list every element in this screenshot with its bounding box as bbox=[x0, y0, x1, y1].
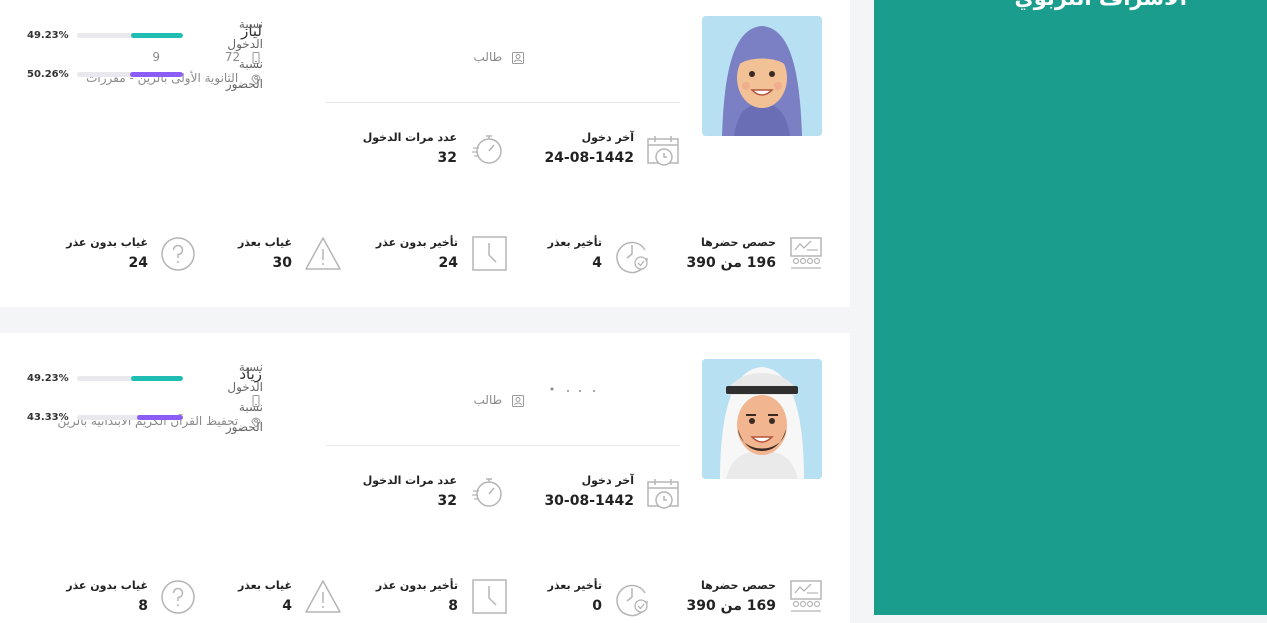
last-login-value: 30-08-1442 bbox=[544, 493, 634, 509]
attended-label: حصص حضرها bbox=[701, 579, 776, 592]
student-avatar-male bbox=[702, 359, 822, 479]
entry-ratio-fill bbox=[130, 33, 183, 38]
question-icon bbox=[161, 580, 195, 614]
absent-excused-label: غياب بعذر bbox=[237, 236, 292, 249]
clock-icon bbox=[472, 236, 507, 271]
entry-ratio-label: نسبة الدخول bbox=[227, 360, 263, 394]
absent-unexcused-value: 8 bbox=[138, 598, 148, 614]
user-icon bbox=[512, 51, 524, 64]
login-count-value: 32 bbox=[437, 493, 457, 509]
warning-icon bbox=[305, 237, 341, 270]
late-unexcused-label: تأخير بدون عذر bbox=[375, 579, 458, 592]
role-row: طالب bbox=[474, 50, 524, 64]
classroom-icon bbox=[790, 237, 822, 269]
late-excused-value: 4 bbox=[592, 255, 602, 271]
absent-excused-label: غياب بعذر bbox=[237, 579, 292, 592]
late-unexcused-value: 8 bbox=[448, 598, 458, 614]
divider bbox=[326, 445, 680, 446]
calendar-clock-icon bbox=[647, 136, 679, 166]
student-card: زياد طالب تحفيظ القرآن الكريم الابتدائية… bbox=[0, 333, 850, 623]
absent-excused-value: 30 bbox=[272, 255, 292, 271]
last-login-value: 24-08-1442 bbox=[544, 150, 634, 166]
sidebar: الاشراف التربوي bbox=[874, 0, 1267, 615]
role-row: طالب bbox=[474, 393, 524, 407]
sidebar-title: الاشراف التربوي bbox=[1015, 0, 1187, 10]
last-login-label: آخر دخول bbox=[581, 131, 634, 144]
phone-extra: 9 bbox=[152, 50, 160, 64]
late-excused-label: تأخير بعذر bbox=[547, 579, 602, 592]
attendance-ratio-bar bbox=[77, 72, 183, 77]
user-icon bbox=[512, 394, 524, 407]
role-label: طالب bbox=[473, 50, 503, 64]
absent-excused-value: 4 bbox=[282, 598, 292, 614]
student-card: لياز 72 9 طالب الثانوية الأولى بالرين - … bbox=[0, 0, 850, 307]
last-login-label: آخر دخول bbox=[581, 474, 634, 487]
entry-ratio-percent: 49.23% bbox=[27, 373, 69, 384]
attendance-ratio-percent: 50.26% bbox=[27, 69, 69, 80]
attendance-ratio-fill bbox=[137, 415, 183, 420]
entry-ratio-fill bbox=[130, 376, 183, 381]
late-excused-value: 0 bbox=[592, 598, 602, 614]
entry-ratio-bar bbox=[77, 33, 183, 38]
attendance-ratio-fill bbox=[129, 72, 183, 77]
attended-label: حصص حضرها bbox=[701, 236, 776, 249]
classroom-icon bbox=[790, 580, 822, 612]
attendance-ratio-percent: 43.33% bbox=[27, 412, 69, 423]
entry-ratio-percent: 49.23% bbox=[27, 30, 69, 41]
calendar-clock-icon bbox=[647, 479, 679, 509]
name-redacted-dots bbox=[550, 378, 596, 392]
late-excused-icon bbox=[616, 241, 648, 274]
late-excused-label: تأخير بعذر bbox=[547, 236, 602, 249]
attendance-ratio-bar bbox=[77, 415, 183, 420]
attendance-ratio-label: نسبة الحضور bbox=[225, 57, 263, 91]
attended-value: 169 من 390 bbox=[686, 598, 776, 614]
stopwatch-icon bbox=[472, 478, 502, 507]
absent-unexcused-label: غياب بدون عذر bbox=[66, 236, 148, 249]
entry-ratio-bar bbox=[77, 376, 183, 381]
clock-icon bbox=[472, 579, 507, 614]
warning-icon bbox=[305, 580, 341, 613]
role-label: طالب bbox=[473, 393, 503, 407]
student-avatar-female bbox=[702, 16, 822, 136]
attended-value: 196 من 390 bbox=[686, 255, 776, 271]
login-count-label: عدد مرات الدخول bbox=[362, 474, 457, 487]
late-unexcused-label: تأخير بدون عذر bbox=[375, 236, 458, 249]
late-excused-icon bbox=[616, 584, 648, 617]
late-unexcused-value: 24 bbox=[438, 255, 458, 271]
absent-unexcused-label: غياب بدون عذر bbox=[66, 579, 148, 592]
stopwatch-icon bbox=[472, 135, 502, 164]
absent-unexcused-value: 24 bbox=[128, 255, 148, 271]
login-count-label: عدد مرات الدخول bbox=[362, 131, 457, 144]
login-count-value: 32 bbox=[437, 150, 457, 166]
question-icon bbox=[161, 237, 195, 271]
entry-ratio-label: نسبة الدخول bbox=[227, 17, 263, 51]
attendance-ratio-label: نسبة الحضور bbox=[225, 400, 263, 434]
divider bbox=[326, 102, 680, 103]
